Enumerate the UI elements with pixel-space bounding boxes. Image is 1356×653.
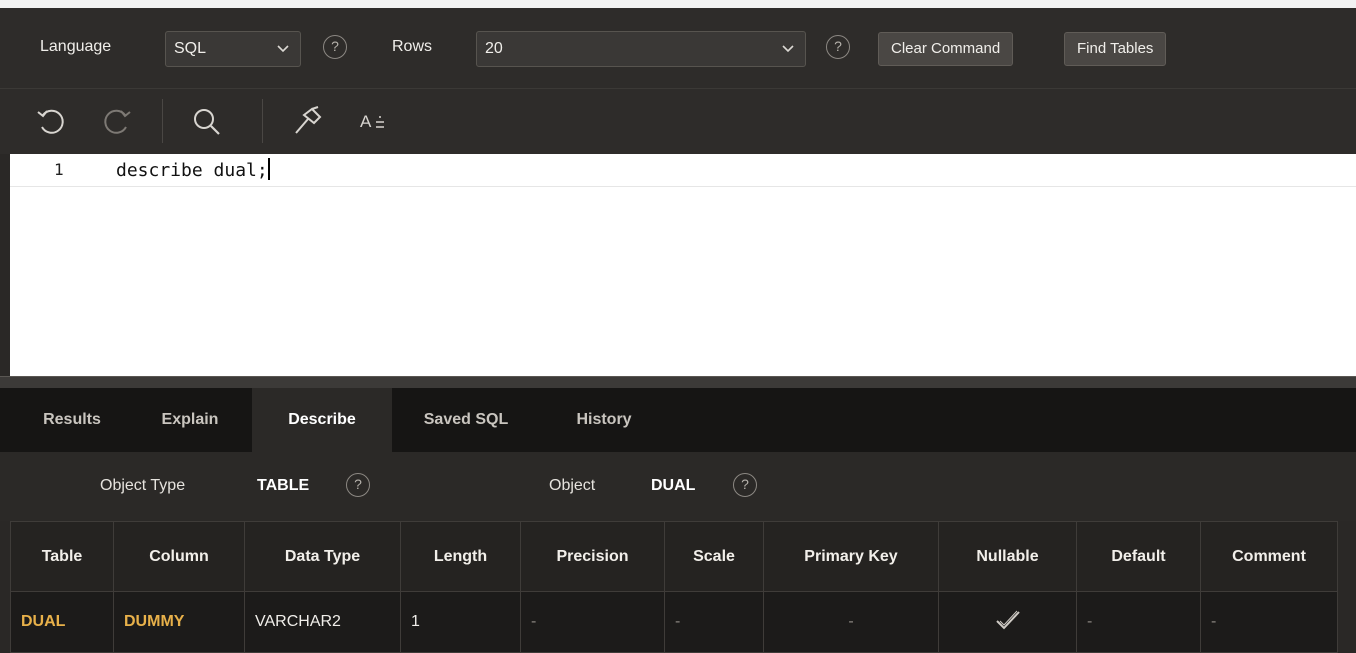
describe-summary: Object Type TABLE ? Object DUAL ? [0,452,1356,521]
language-select[interactable]: SQL [165,31,301,67]
text-cursor [267,158,270,180]
column-header-primary-key: Primary Key [763,521,939,592]
tab-history[interactable]: History [552,388,656,452]
tab-describe[interactable]: Describe [252,388,392,452]
describe-table: Table Column Data Type Length Precision … [10,521,1338,653]
cell-comment: - [1200,591,1338,653]
rows-help-icon[interactable]: ? [826,35,850,59]
language-select-value: SQL [174,40,207,57]
undo-icon[interactable] [34,103,70,139]
object-label: Object [549,477,596,494]
object-type-value: TABLE [257,477,310,494]
toolbar-divider [162,99,163,143]
column-header-scale: Scale [664,521,764,592]
chevron-down-icon [781,32,795,78]
object-help-icon[interactable]: ? [733,473,757,497]
object-type-label: Object Type [100,477,186,494]
redo-icon[interactable] [98,103,134,139]
column-header-column: Column [113,521,245,592]
toolbar-divider [262,99,263,143]
command-options-bar: Language SQL ? Rows 20 ? Clear Command F… [0,0,1356,88]
table-row: DUAL DUMMY VARCHAR2 1 - - - ✔ - - [10,591,1338,653]
column-header-nullable: Nullable [938,521,1077,592]
column-header-comment: Comment [1200,521,1338,592]
cell-scale: - [664,591,764,653]
sql-editor[interactable]: 1 describe dual; [10,154,1356,376]
sql-code-text: describe dual; [116,160,268,181]
language-label: Language [40,38,112,55]
column-header-default: Default [1076,521,1201,592]
search-icon[interactable] [188,103,224,139]
column-header-data-type: Data Type [244,521,401,592]
editor-toolbar: A [0,88,1356,154]
cell-data-type: VARCHAR2 [244,591,401,653]
clear-command-button[interactable]: Clear Command [878,32,1014,66]
table-header-row: Table Column Data Type Length Precision … [10,521,1338,592]
cell-column-link[interactable]: DUMMY [113,591,245,653]
tab-results[interactable]: Results [22,388,122,452]
cell-length: 1 [400,591,521,653]
rows-select[interactable]: 20 [476,31,806,67]
cell-precision: - [520,591,665,653]
column-header-table: Table [10,521,114,592]
tab-explain[interactable]: Explain [140,388,240,452]
object-value: DUAL [651,477,696,494]
rows-label: Rows [392,38,433,55]
format-label: A [360,112,372,131]
column-header-length: Length [400,521,521,592]
find-tables-button[interactable]: Find Tables [1064,32,1167,66]
line-number: 1 [54,160,64,179]
rows-select-value: 20 [485,40,503,57]
cell-nullable: ✔ [938,591,1077,653]
tab-saved-sql[interactable]: Saved SQL [404,388,528,452]
column-header-precision: Precision [520,521,665,592]
cell-default: - [1076,591,1201,653]
checkmark-icon [994,610,1022,636]
cell-table-link[interactable]: DUAL [10,591,114,653]
language-help-icon[interactable]: ? [323,35,347,59]
object-type-help-icon[interactable]: ? [346,473,370,497]
hammer-icon[interactable] [288,103,324,139]
format-icon[interactable]: A [352,103,404,139]
output-tabs: Results Explain Describe Saved SQL Histo… [0,388,1356,452]
cell-primary-key: - [763,591,939,653]
sql-code-line[interactable]: describe dual; [116,158,270,181]
chevron-down-icon [276,32,290,78]
